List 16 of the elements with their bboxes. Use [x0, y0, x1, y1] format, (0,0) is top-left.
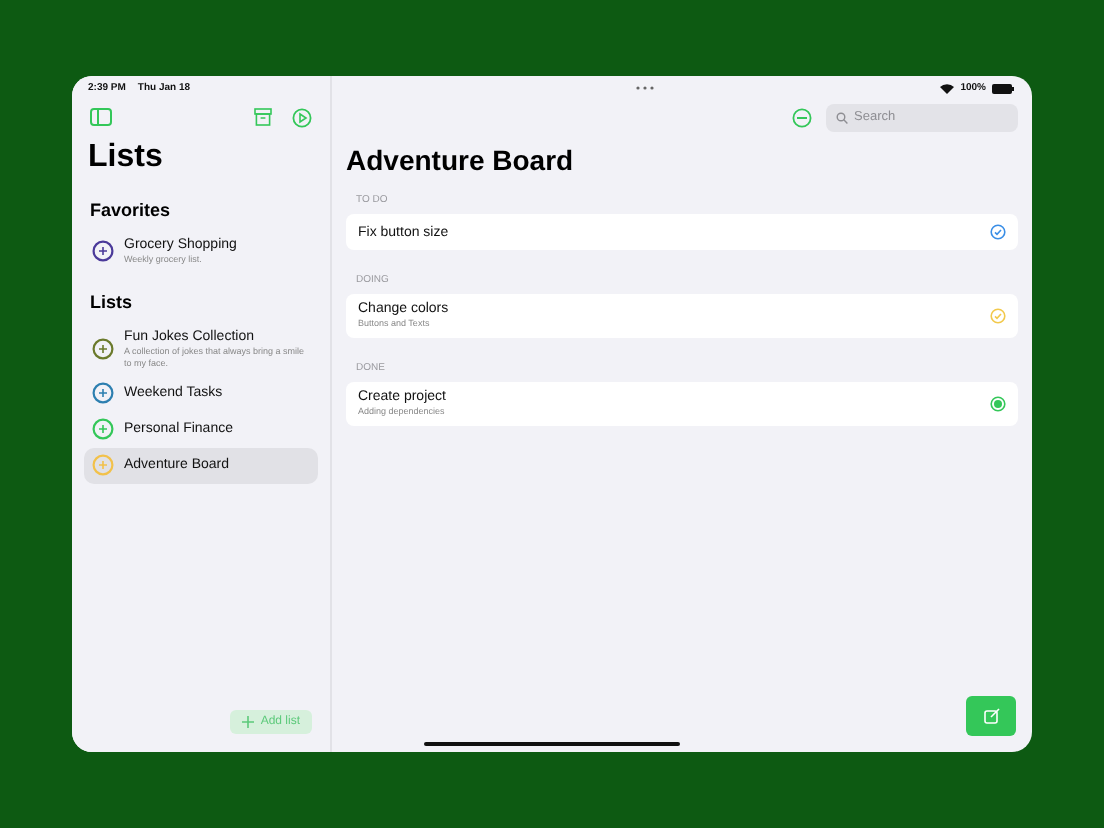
plus-icon	[242, 716, 255, 728]
check-circle-icon[interactable]	[990, 224, 1006, 240]
section-heading: Lists	[90, 291, 135, 312]
wifi-icon	[940, 83, 955, 93]
minus-circle-icon[interactable]	[792, 107, 812, 127]
archive-icon[interactable]	[254, 108, 272, 126]
compose-button[interactable]	[966, 696, 1016, 736]
sidebar-title: Lists	[88, 140, 165, 176]
board-title: Adventure Board	[346, 144, 576, 176]
check-circle-icon[interactable]	[990, 307, 1006, 324]
section-heading: Favorites	[90, 200, 173, 220]
sidebar-icon[interactable]	[90, 108, 112, 126]
battery-icon	[991, 83, 1014, 93]
compose-icon	[983, 708, 999, 724]
filled-circle-icon[interactable]	[990, 395, 1006, 412]
play-circle-icon[interactable]	[292, 107, 312, 127]
